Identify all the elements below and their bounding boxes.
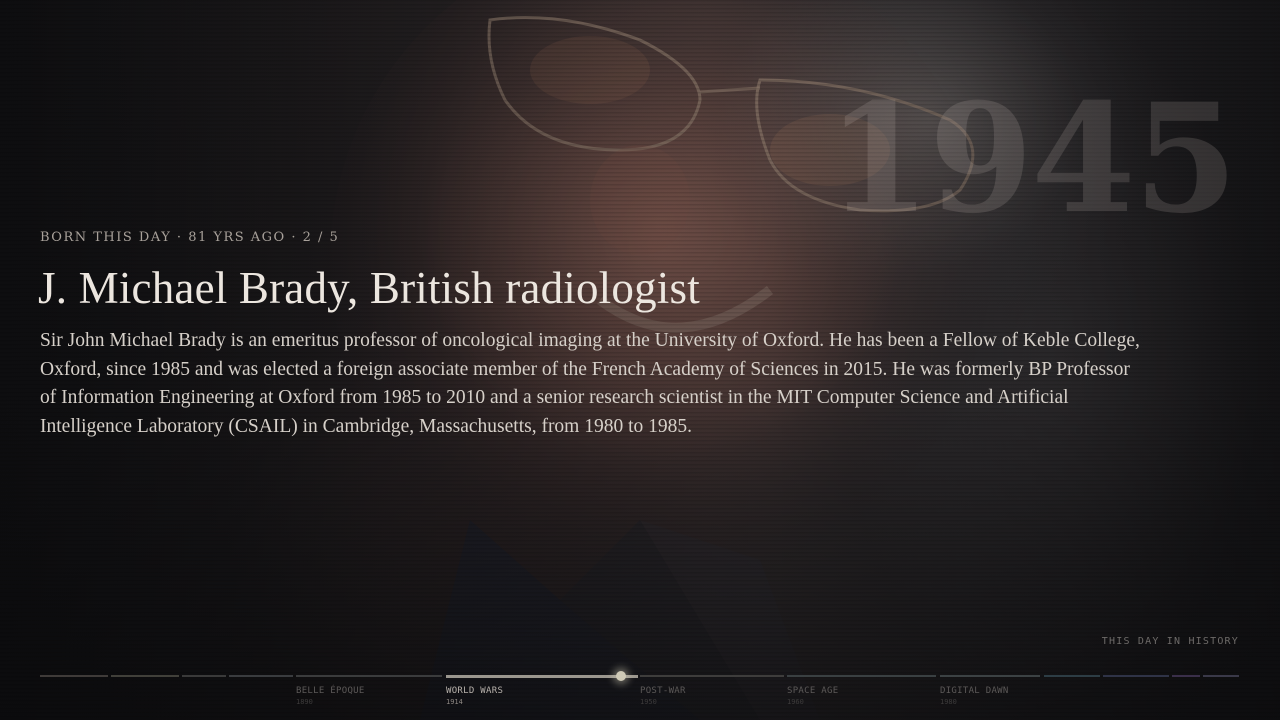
timeline-segment[interactable] xyxy=(787,675,936,677)
timeline-segment[interactable] xyxy=(40,675,108,677)
era-digital-dawn[interactable]: DIGITAL DAWN xyxy=(940,686,1009,696)
era-world-wars-year: 1914 xyxy=(446,698,463,706)
entry-kicker: BORN THIS DAY · 81 YRS AGO · 2 / 5 xyxy=(40,230,340,245)
timeline-segment[interactable] xyxy=(940,675,1040,677)
era-belle-epoque[interactable]: BELLE ÉPOQUE xyxy=(296,686,365,696)
era-space-age[interactable]: SPACE AGE xyxy=(787,686,838,696)
era-digital-dawn-year: 1980 xyxy=(940,698,957,706)
timeline-segment[interactable] xyxy=(1103,675,1169,677)
timeline-segment[interactable] xyxy=(111,675,179,677)
timeline-segment[interactable] xyxy=(640,675,784,677)
timeline-segment[interactable] xyxy=(229,675,293,677)
era-timeline[interactable]: BELLE ÉPOQUE 1890 WORLD WARS 1914 POST-W… xyxy=(40,671,1239,712)
timeline-scrubber-handle[interactable] xyxy=(616,671,626,681)
era-world-wars[interactable]: WORLD WARS xyxy=(446,686,503,696)
timeline-segment[interactable] xyxy=(1203,675,1239,677)
timeline-progress xyxy=(446,675,638,678)
timeline-segment[interactable] xyxy=(182,675,226,677)
timeline-segment[interactable] xyxy=(1172,675,1200,677)
era-post-war[interactable]: POST-WAR xyxy=(640,686,686,696)
year-watermark: 1945 xyxy=(826,71,1238,247)
era-belle-epoque-year: 1890 xyxy=(296,698,313,706)
entry-title: J. Michael Brady, British radiologist xyxy=(38,263,700,313)
era-post-war-year: 1950 xyxy=(640,698,657,706)
timeline-segment[interactable] xyxy=(1044,675,1100,677)
timeline-segment[interactable] xyxy=(296,675,442,677)
entry-description: Sir John Michael Brady is an emeritus pr… xyxy=(40,330,1140,437)
era-space-age-year: 1960 xyxy=(787,698,804,706)
brand-label: THIS DAY IN HISTORY xyxy=(1101,636,1239,647)
